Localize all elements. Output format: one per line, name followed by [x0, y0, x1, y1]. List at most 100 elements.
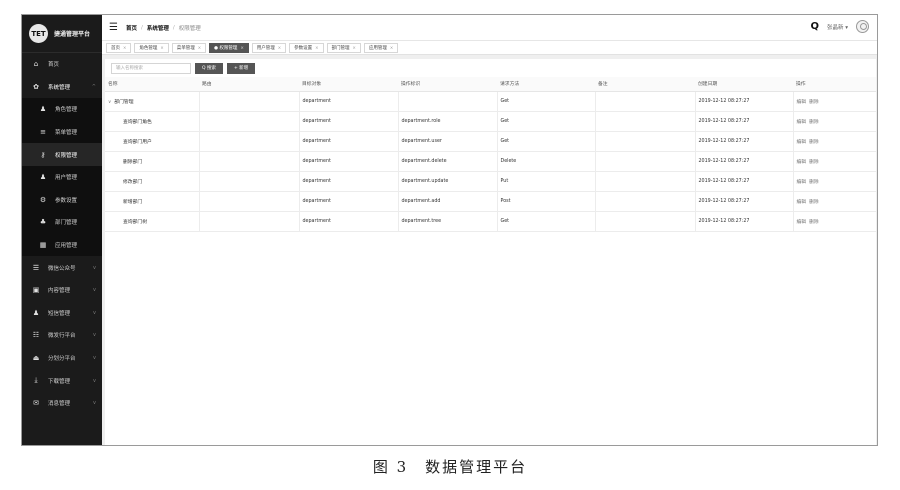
edit-link[interactable]: 编辑	[797, 140, 807, 145]
sidebar-item[interactable]: ⚙ 参数设置	[22, 188, 102, 212]
close-icon[interactable]: ×	[240, 45, 243, 50]
sidebar-item-label: 权限管理	[55, 152, 78, 159]
sidebar-item-label: 消息管理	[48, 401, 71, 408]
sidebar-item[interactable]: ☰ 微信公众号 v	[22, 256, 102, 279]
table-row[interactable]: 删除部门 department department.delete Delete 201…	[105, 151, 876, 172]
cell-name: 删除部门	[105, 151, 200, 172]
delete-link[interactable]: 删除	[809, 180, 819, 185]
edit-link[interactable]: 编辑	[797, 180, 807, 185]
cell-target: department	[299, 111, 399, 132]
user-icon: ♟	[39, 173, 47, 182]
sidebar-item[interactable]: ▣ 内容管理 v	[22, 279, 102, 302]
search-button[interactable]: Q 搜索	[195, 62, 223, 74]
tab-label: 部门管理	[331, 45, 350, 51]
sidebar-item[interactable]: ♟ 用户管理	[22, 165, 102, 189]
breadcrumb-current: 权限管理	[178, 25, 201, 32]
cell-remark	[595, 191, 696, 212]
close-icon[interactable]: ×	[160, 45, 163, 50]
search-icon[interactable]: Q	[810, 21, 819, 32]
cell-target: department	[299, 131, 399, 152]
table-row[interactable]: 修改部门 department department.update Put 2019-1…	[105, 171, 876, 192]
chevron-down-icon: v	[93, 400, 96, 407]
delete-link[interactable]: 删除	[809, 100, 819, 105]
cell-target: department	[299, 211, 399, 232]
edit-link[interactable]: 编辑	[797, 200, 807, 205]
table-row[interactable]: 查询部门树 department department.tree Get 2019-12…	[105, 211, 876, 232]
sidebar-item[interactable]: ♟ 角色管理	[22, 98, 102, 121]
avatar[interactable]	[856, 20, 869, 33]
edit-link[interactable]: 编辑	[797, 120, 807, 125]
cell-route	[199, 91, 300, 112]
close-icon[interactable]: ×	[390, 45, 393, 50]
expand-icon[interactable]: ∨	[108, 100, 111, 105]
app-title: 捷通管理平台	[54, 31, 91, 38]
tab[interactable]: 用户管理 ×	[251, 42, 287, 53]
tab[interactable]: 首页 ×	[106, 42, 132, 53]
sidebar-nav: ⌂ 首页 ✿ 系统管理 ^ ♟ 角色管理 ≡ 菜单管理 ⚷ 权限管理 ♟ 用户管理 ⚙ 参数设置 ♣ 部门管理 ▦…	[22, 53, 102, 415]
tab[interactable]: 参数设置 ×	[289, 42, 324, 53]
edit-link[interactable]: 编辑	[797, 160, 807, 165]
breadcrumb-home[interactable]: 首页	[126, 24, 137, 32]
chevron-up-icon: ^	[91, 83, 96, 90]
close-icon[interactable]: ×	[198, 45, 201, 50]
menu-icon: ≡	[40, 128, 46, 137]
cell-remark	[595, 131, 696, 152]
delete-link[interactable]: 删除	[809, 120, 819, 125]
edit-link[interactable]: 编辑	[797, 100, 807, 105]
sidebar-item[interactable]: ✉ 消息管理 v	[22, 392, 102, 415]
sidebar-item[interactable]: ≡ 菜单管理	[22, 120, 102, 144]
sidebar-item-label: 参数设置	[55, 197, 78, 204]
sidebar-item[interactable]: ⏏ 分划分平台 v	[22, 347, 102, 370]
table-row[interactable]: ∨ 部门管理 department Get 2019-12-12 08:27:27 编辑删…	[105, 91, 876, 112]
cell-actions: 编辑 删除	[793, 191, 876, 212]
sidebar-item[interactable]: ⚷ 权限管理	[22, 143, 102, 166]
tab[interactable]: 菜单管理 ×	[171, 42, 207, 53]
sidebar-item-label: 下载管理	[48, 378, 71, 385]
tab[interactable]: 应用管理 ×	[363, 42, 399, 53]
user-menu[interactable]: 张晶新 ▾	[827, 23, 848, 31]
chevron-down-icon: v	[93, 309, 96, 316]
table-row[interactable]: 查询部门角色 department department.role Get 2019-1…	[105, 111, 876, 132]
home-icon: ⌂	[33, 60, 39, 69]
column-header: 路由	[199, 77, 299, 92]
sidebar-item-label: 首页	[48, 62, 60, 69]
platform-icon: ⏏	[32, 354, 40, 363]
cell-remark	[595, 211, 696, 232]
add-button[interactable]: + 新增	[226, 62, 256, 74]
sidebar-item[interactable]: ♟ 短信管理 v	[22, 302, 102, 325]
delete-link[interactable]: 删除	[809, 220, 819, 225]
tab[interactable]: 部门管理 ×	[326, 42, 361, 53]
app-logo[interactable]: TET 捷通管理平台	[22, 15, 102, 53]
row-name: 删除部门	[123, 159, 143, 165]
sidebar-item[interactable]: ⌂ 首页	[22, 53, 102, 76]
sidebar-item[interactable]: ♣ 部门管理	[22, 211, 102, 234]
table-row[interactable]: 查询部门用户 department department.user Get 2019-1…	[105, 131, 876, 152]
sidebar-item-label: 角色管理	[55, 107, 78, 114]
edit-link[interactable]: 编辑	[797, 220, 807, 225]
tab[interactable]: ● 权限管理 ×	[209, 42, 249, 53]
search-input[interactable]	[111, 62, 191, 74]
delete-link[interactable]: 删除	[809, 200, 819, 205]
close-icon[interactable]: ×	[278, 45, 281, 50]
sidebar-item[interactable]: ☷ 微发行平台 v	[22, 324, 102, 347]
hamburger-icon[interactable]: ☰	[109, 22, 118, 33]
chevron-down-icon: v	[93, 332, 96, 339]
delete-link[interactable]: 删除	[809, 140, 819, 145]
cell-actions: 编辑 删除	[793, 131, 876, 152]
tab-label: 参数设置	[294, 45, 313, 51]
header-tools: Q 张晶新 ▾	[810, 20, 869, 33]
sidebar-item[interactable]: ⤓ 下载管理 v	[22, 369, 102, 392]
table-row[interactable]: 新增部门 department department.add Post 2019-12-…	[105, 191, 876, 212]
sidebar-item[interactable]: ▦ 应用管理	[22, 233, 102, 257]
sidebar-item[interactable]: ✿ 系统管理 ^	[22, 76, 102, 99]
delete-link[interactable]: 删除	[809, 160, 819, 165]
close-icon[interactable]: ×	[353, 45, 356, 50]
close-icon[interactable]: ×	[315, 45, 318, 50]
sidebar-item-label: 用户管理	[55, 175, 78, 182]
close-icon[interactable]: ×	[123, 45, 126, 50]
breadcrumb-system[interactable]: 系统管理	[147, 24, 169, 32]
column-header: 操作	[793, 77, 876, 92]
column-header: 创建日期	[695, 77, 793, 92]
tab-label: 首页	[111, 45, 120, 51]
tab[interactable]: 角色管理 ×	[134, 42, 169, 53]
